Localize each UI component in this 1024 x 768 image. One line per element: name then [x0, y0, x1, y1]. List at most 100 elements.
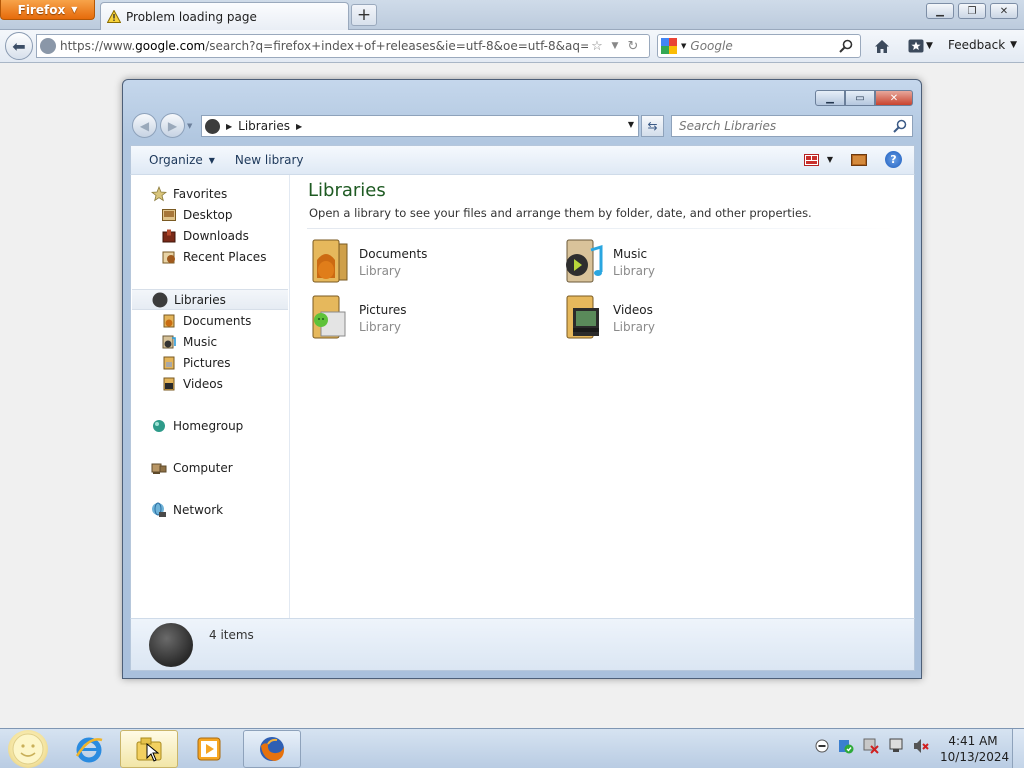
search-icon[interactable] [839, 39, 853, 53]
taskbar-media-player[interactable] [180, 730, 238, 768]
address-bar[interactable]: ▶ Libraries ▶ ▼ [201, 115, 639, 137]
internet-explorer-icon [75, 737, 103, 763]
tile-text: Videos Library [613, 294, 655, 334]
preview-pane-icon[interactable] [851, 153, 867, 166]
nav-recent-places[interactable]: Recent Places [131, 246, 290, 267]
action-center-icon[interactable] [838, 738, 854, 757]
tile-text: Documents Library [359, 238, 427, 278]
restore-button[interactable]: ❐ [958, 3, 986, 19]
firefox-navigation-bar: ⬅ https://www.google.com/search?q=firefo… [0, 30, 1024, 63]
nav-music[interactable]: Music [131, 331, 290, 352]
downloads-icon [161, 228, 177, 244]
taskbar: 4:41 AM 10/13/2024 [0, 728, 1024, 768]
home-button[interactable] [871, 36, 893, 56]
breadcrumb-libraries[interactable]: Libraries [238, 119, 290, 133]
explorer-search-box[interactable] [671, 115, 913, 137]
nav-documents[interactable]: Documents [131, 310, 290, 331]
nav-favorites[interactable]: Favorites [131, 183, 290, 204]
explorer-maximize-button[interactable]: ▭ [845, 90, 875, 106]
firefox-tab-bar: Firefox ▼ Problem loading page + ▁ ❐ ✕ [0, 0, 1024, 30]
search-bar[interactable]: ▼ [657, 34, 861, 58]
network-icon [151, 502, 167, 518]
breadcrumb-arrow-icon[interactable]: ▶ [296, 122, 302, 131]
firefox-menu-button[interactable]: Firefox ▼ [0, 0, 95, 20]
nav-downloads[interactable]: Downloads [131, 225, 290, 246]
google-logo-icon[interactable] [661, 38, 677, 54]
music-icon [161, 334, 177, 350]
explorer-minimize-button[interactable]: ▁ [815, 90, 845, 106]
help-icon[interactable]: ? [885, 151, 902, 168]
chevron-down-icon: ▼ [826, 155, 833, 164]
clock[interactable]: 4:41 AM 10/13/2024 [940, 733, 1009, 765]
toolbar-right-group: ▼ ? [803, 151, 902, 168]
item-count: 4 items [209, 628, 254, 642]
explorer-close-button[interactable]: ✕ [875, 90, 913, 106]
tile-text: Pictures Library [359, 294, 407, 334]
close-icon: ✕ [999, 5, 1009, 17]
folders-icon [136, 737, 162, 762]
new-library-button[interactable]: New library [225, 146, 314, 174]
nav-homegroup[interactable]: Homegroup [131, 415, 290, 436]
explorer-body: Favorites Desktop Downloads Recent Place… [130, 175, 915, 618]
details-pane: 4 items [130, 618, 915, 671]
explorer-back-button[interactable]: ◀ [132, 113, 157, 138]
refresh-button[interactable]: ⇆ [641, 115, 664, 137]
nav-network[interactable]: Network [131, 499, 290, 520]
documents-library-icon [312, 239, 348, 283]
search-input[interactable] [690, 39, 836, 53]
feedback-button[interactable]: Feedback ▼ [948, 38, 1017, 52]
address-dropdown-icon[interactable]: ▼ [628, 120, 634, 129]
explorer-forward-button[interactable]: ▶ [160, 113, 185, 138]
history-dropdown-icon[interactable]: ▼ [606, 41, 624, 51]
videos-icon [161, 376, 177, 392]
libraries-icon [149, 623, 193, 667]
tray-minus-icon[interactable] [815, 739, 829, 756]
search-engine-dropdown-icon[interactable]: ▼ [681, 42, 686, 50]
taskbar-firefox[interactable] [243, 730, 301, 768]
taskbar-windows-explorer[interactable] [120, 730, 178, 768]
url-domain: google.com [135, 39, 206, 53]
minimize-button[interactable]: ▁ [926, 3, 954, 19]
library-tile-documents[interactable]: Documents Library [309, 238, 549, 288]
close-button[interactable]: ✕ [990, 3, 1018, 19]
view-options-button[interactable]: ▼ [803, 153, 833, 166]
pictures-library-icon [312, 295, 346, 339]
tile-name: Videos [613, 303, 653, 317]
explorer-search-input[interactable] [679, 119, 889, 133]
recent-locations-dropdown[interactable]: ▼ [187, 122, 192, 130]
clock-time: 4:41 AM [948, 734, 998, 748]
search-icon[interactable] [893, 119, 907, 133]
music-library-icon [566, 239, 603, 283]
display-icon[interactable] [888, 738, 904, 757]
reload-icon[interactable]: ↻ [624, 39, 642, 54]
nav-libraries[interactable]: Libraries [132, 289, 288, 310]
media-player-icon [197, 737, 221, 761]
nav-pictures[interactable]: Pictures [131, 352, 290, 373]
url-text[interactable]: https://www.google.com/search?q=firefox+… [60, 39, 588, 53]
nav-computer[interactable]: Computer [131, 457, 290, 478]
volume-muted-icon[interactable] [913, 738, 929, 757]
taskbar-internet-explorer[interactable] [60, 730, 118, 768]
library-tile-videos[interactable]: Videos Library [563, 294, 803, 344]
start-button[interactable] [8, 730, 48, 768]
bookmark-star-icon[interactable]: ☆ [588, 39, 606, 54]
bookmarks-button[interactable]: ▼ [908, 37, 942, 55]
recent-places-icon [161, 249, 177, 265]
url-bar[interactable]: https://www.google.com/search?q=firefox+… [36, 34, 650, 58]
browser-tab[interactable]: Problem loading page [100, 2, 349, 30]
breadcrumb-arrow-icon[interactable]: ▶ [226, 122, 232, 131]
back-button[interactable]: ⬅ [5, 32, 33, 60]
new-tab-button[interactable]: + [351, 4, 377, 26]
pictures-icon [161, 355, 177, 371]
back-arrow-icon: ◀ [139, 118, 150, 133]
nav-videos[interactable]: Videos [131, 373, 290, 394]
show-desktop-button[interactable] [1012, 729, 1024, 768]
library-tile-pictures[interactable]: Pictures Library [309, 294, 549, 344]
tile-type: Library [613, 320, 655, 334]
library-tile-music[interactable]: Music Library [563, 238, 803, 288]
organize-button[interactable]: Organize ▼ [139, 146, 225, 174]
network-error-icon[interactable] [863, 738, 879, 757]
nav-desktop[interactable]: Desktop [131, 204, 290, 225]
libraries-icon [152, 292, 168, 308]
content-pane: Libraries Open a library to see your fil… [291, 175, 914, 618]
